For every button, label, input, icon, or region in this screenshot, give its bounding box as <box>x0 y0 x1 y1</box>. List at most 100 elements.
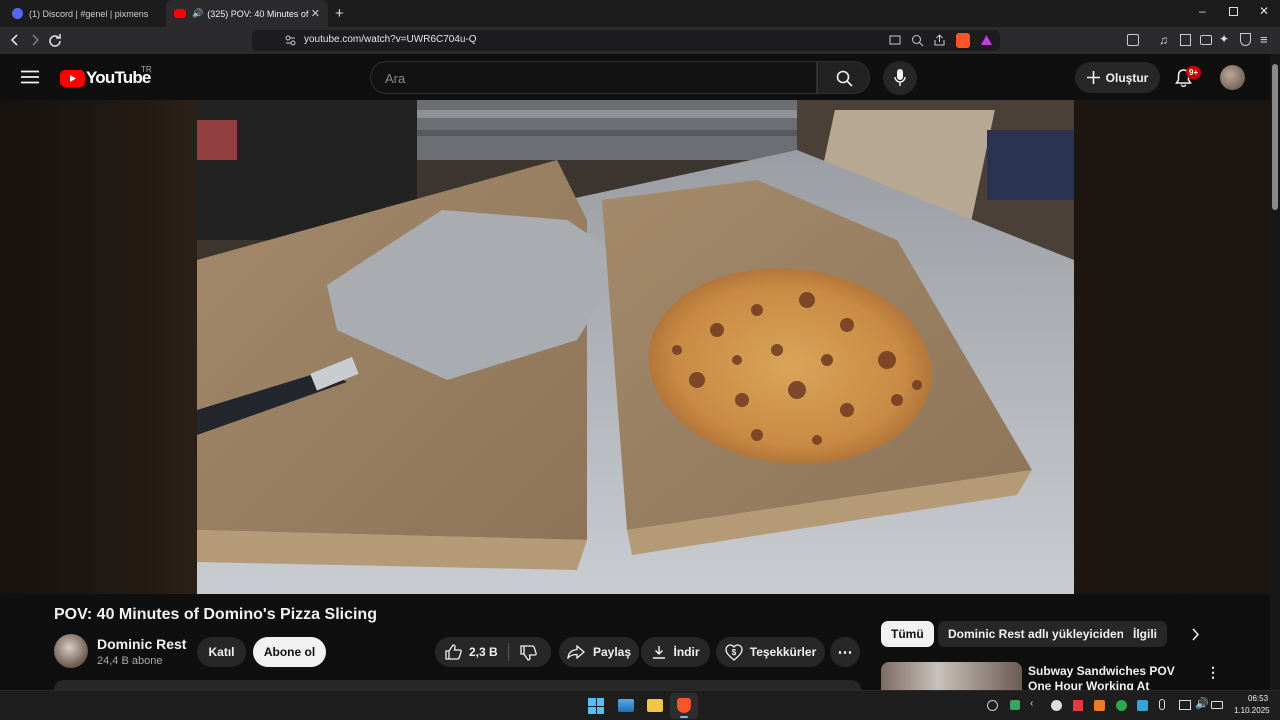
back-icon[interactable] <box>9 34 21 46</box>
leo-ai-icon[interactable]: ✦ <box>1219 32 1229 46</box>
more-actions-button[interactable]: ⋯ <box>830 637 860 667</box>
voice-search-button[interactable] <box>883 61 917 95</box>
tray-app-icon[interactable] <box>1073 700 1083 711</box>
media-icon[interactable]: ♫ <box>1159 33 1168 47</box>
menu-icon[interactable]: ≡ <box>1260 33 1268 46</box>
share-page-icon[interactable] <box>933 34 946 47</box>
url-text[interactable]: youtube.com/watch?v=UWR6C704u-Q <box>304 34 477 45</box>
like-divider <box>508 643 509 661</box>
minimize-icon[interactable]: – <box>1199 4 1206 18</box>
subscribe-button[interactable]: Abone ol <box>253 637 326 667</box>
video-frame <box>197 100 1074 594</box>
video-title: POV: 40 Minutes of Domino's Pizza Slicin… <box>54 606 377 623</box>
wallet-icon[interactable] <box>1200 35 1212 45</box>
download-icon <box>652 646 665 659</box>
thanks-button[interactable]: $ Teşekkürler <box>716 637 825 667</box>
recommended-title[interactable]: Subway Sandwiches POV One Hour Working A… <box>1028 664 1193 690</box>
cast-icon[interactable] <box>889 35 901 46</box>
windows-taskbar: ‹ 🔊 06:53 1.10.2025 <box>0 690 1280 720</box>
start-icon[interactable] <box>588 698 604 714</box>
discord-icon <box>12 8 23 19</box>
tray-app-icon[interactable] <box>987 700 998 711</box>
browser-toolbar: youtube.com/watch?v=UWR6C704u-Q ♫ ✦ ≡ <box>0 27 1280 54</box>
search-placeholder: Ara <box>385 71 406 86</box>
thumbs-down-icon[interactable] <box>520 645 537 661</box>
vpn-shield-icon[interactable] <box>1240 33 1251 46</box>
super-thanks-icon: $ <box>725 643 743 661</box>
tab-discord[interactable]: (1) Discord | #genel | pixmens <box>4 0 164 27</box>
join-button[interactable]: Katıl <box>197 637 246 667</box>
youtube-header: YouTube TR Ara Oluştur 9+ <box>0 54 1270 100</box>
recommended-thumbnail[interactable] <box>881 662 1022 690</box>
file-explorer-icon[interactable] <box>647 699 663 712</box>
close-window-icon[interactable]: ✕ <box>1259 4 1269 18</box>
tray-arrow-icon[interactable]: ‹ <box>1030 698 1033 709</box>
video-player[interactable] <box>197 100 1074 594</box>
chip-all[interactable]: Tümü <box>881 621 934 647</box>
brave-rewards-icon[interactable] <box>980 34 993 46</box>
new-tab-button[interactable]: + <box>335 5 344 22</box>
create-label: Oluştur <box>1105 70 1149 85</box>
chip-from-uploader[interactable]: Dominic Rest adlı yükleyiciden <box>938 621 1135 647</box>
scrollbar-thumb[interactable] <box>1272 64 1278 210</box>
create-button[interactable]: Oluştur <box>1075 62 1160 93</box>
brave-icon <box>677 698 691 713</box>
tray-app-icon[interactable] <box>1094 700 1105 711</box>
sidebar-toggle-icon[interactable] <box>1180 34 1191 46</box>
subscriber-count: 24,4 B abone <box>97 655 163 667</box>
restore-icon[interactable] <box>1229 7 1238 16</box>
search-icon <box>836 70 853 87</box>
download-label: İndir <box>673 645 700 659</box>
tray-app-icon[interactable] <box>1010 700 1020 710</box>
close-tab-icon[interactable]: ✕ <box>311 7 320 20</box>
channel-name[interactable]: Dominic Rest <box>97 636 186 652</box>
more-horizontal-icon: ⋯ <box>837 644 853 661</box>
tray-app-icon[interactable] <box>1137 700 1148 711</box>
site-info-icon[interactable] <box>285 35 296 46</box>
widgets-icon[interactable] <box>618 699 634 712</box>
region-code: TR <box>141 65 152 74</box>
microphone-tray-icon[interactable] <box>1159 699 1165 710</box>
tab-title: (325) POV: 40 Minutes of Dom <box>207 8 311 19</box>
browser-tab-strip: (1) Discord | #genel | pixmens 🔊 (325) P… <box>0 0 1280 27</box>
tab-title: (1) Discord | #genel | pixmens <box>29 8 149 19</box>
like-button[interactable]: 2,3 B <box>435 637 507 667</box>
zoom-icon[interactable] <box>911 34 924 47</box>
hamburger-menu-icon[interactable] <box>21 70 39 84</box>
screenshot-icon[interactable] <box>1127 34 1139 46</box>
share-label: Paylaş <box>592 645 632 659</box>
clock-time[interactable]: 06:53 <box>1248 694 1268 703</box>
notification-badge: 9+ <box>1186 66 1202 79</box>
forward-icon[interactable] <box>29 34 41 46</box>
network-icon[interactable] <box>1179 700 1191 710</box>
search-input[interactable]: Ara <box>370 61 817 94</box>
recommended-more-icon[interactable]: ⋮ <box>1206 664 1220 680</box>
share-button[interactable]: Paylaş <box>559 637 639 667</box>
battery-icon[interactable] <box>1211 701 1223 709</box>
page-scrollbar[interactable] <box>1270 54 1280 690</box>
plus-icon <box>1086 71 1100 84</box>
like-dislike-group: 2,3 B <box>435 637 551 667</box>
volume-icon[interactable]: 🔊 <box>1195 697 1209 710</box>
like-count: 2,3 B <box>469 645 498 659</box>
thanks-label: Teşekkürler <box>749 645 817 659</box>
avatar[interactable] <box>1220 65 1245 90</box>
chip-related[interactable]: İlgili <box>1123 621 1167 647</box>
chevron-right-icon[interactable] <box>1190 628 1200 641</box>
tab-youtube[interactable]: 🔊 (325) POV: 40 Minutes of Dom ✕ <box>166 0 328 27</box>
brave-shields-icon[interactable] <box>956 33 970 48</box>
search-button[interactable] <box>817 61 870 94</box>
download-button[interactable]: İndir <box>641 637 710 667</box>
tray-app-icon[interactable] <box>1116 700 1127 711</box>
tray-app-icon[interactable] <box>1051 700 1062 711</box>
youtube-favicon-icon <box>174 9 186 18</box>
speaker-icon: 🔊 <box>192 8 204 18</box>
svg-text:$: $ <box>732 648 737 657</box>
reload-icon[interactable] <box>48 33 62 47</box>
taskbar-brave-button[interactable] <box>670 693 698 719</box>
clock-date[interactable]: 1.10.2025 <box>1234 706 1270 715</box>
channel-avatar[interactable] <box>54 634 88 668</box>
share-icon <box>567 645 585 659</box>
youtube-logo-icon[interactable] <box>60 70 85 87</box>
address-bar[interactable]: youtube.com/watch?v=UWR6C704u-Q <box>252 30 1000 51</box>
